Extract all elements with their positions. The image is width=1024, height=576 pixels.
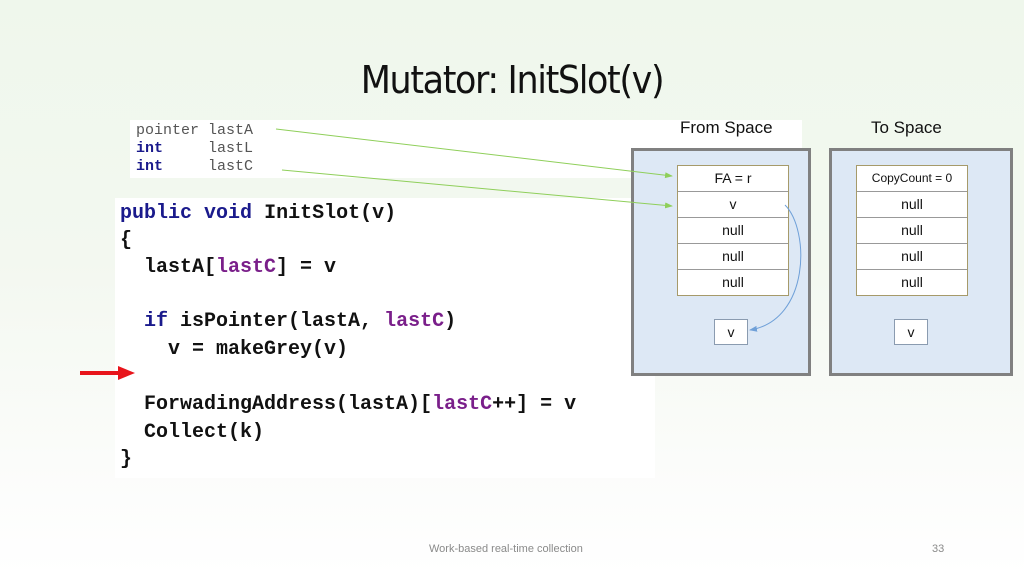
code-text: isPointer(lastA,	[168, 310, 385, 333]
from-space-v-object: v	[714, 319, 748, 345]
memory-cell: v	[678, 191, 788, 217]
code-text: )	[444, 310, 457, 333]
from-space-object: FA = r v null null null	[677, 165, 789, 296]
var-type: int	[136, 140, 164, 157]
code-line-6: v = makeGrey(v)	[120, 338, 349, 361]
from-space-label: From Space	[680, 118, 773, 137]
var-lastA: pointer lastA	[136, 122, 253, 140]
memory-cell: null	[857, 243, 967, 269]
var-type: int	[136, 158, 164, 175]
to-space-panel: CopyCount = 0 null null null null v	[829, 148, 1013, 376]
to-space-v-object: v	[894, 319, 928, 345]
code-line-5: if isPointer(lastA, lastC)	[120, 309, 456, 335]
memory-cell: null	[678, 243, 788, 269]
var-name: lastA	[208, 122, 254, 139]
code-text: ForwadingAddress(lastA)[	[120, 393, 433, 416]
to-space-object: CopyCount = 0 null null null null	[856, 165, 968, 296]
keyword: if	[120, 310, 169, 333]
code-variable: lastC	[216, 256, 277, 279]
var-name: lastC	[208, 158, 254, 175]
memory-cell: null	[857, 217, 967, 243]
code-text: ] = v	[276, 256, 337, 279]
var-lastC: int lastC	[136, 158, 253, 176]
var-type: pointer	[136, 122, 200, 139]
code-text: InitSlot(v)	[264, 202, 397, 225]
keyword: public	[120, 202, 193, 225]
code-text: lastA[	[120, 256, 217, 279]
code-variable: lastC	[432, 393, 493, 416]
code-line-1: public void InitSlot(v)	[120, 201, 396, 227]
memory-cell: null	[678, 269, 788, 295]
code-line-10: }	[120, 448, 133, 471]
memory-cell: FA = r	[714, 170, 752, 186]
memory-cell: null	[857, 191, 967, 217]
code-line-3: lastA[lastC] = v	[120, 255, 336, 281]
current-line-arrow-icon	[80, 366, 135, 380]
memory-cell: CopyCount = 0	[871, 171, 953, 185]
code-line-9: Collect(k)	[120, 421, 265, 444]
slide-title: Mutator: InitSlot(v)	[360, 58, 665, 102]
var-lastL: int lastL	[136, 140, 253, 158]
keyword: void	[204, 202, 253, 225]
code-text: ++] = v	[492, 393, 577, 416]
memory-cell: null	[678, 217, 788, 243]
memory-cell: null	[857, 269, 967, 295]
code-line-8: ForwadingAddress(lastA)[lastC++] = v	[120, 392, 576, 418]
code-line-2: {	[120, 229, 133, 252]
from-space-panel: FA = r v null null null v	[631, 148, 811, 376]
var-name: lastL	[208, 140, 254, 157]
to-space-label: To Space	[871, 118, 942, 137]
code-block: public void InitSlot(v) { lastA[lastC] =…	[115, 198, 655, 478]
page-number: 33	[932, 543, 945, 555]
code-variable: lastC	[384, 310, 445, 333]
footer-text: Work-based real-time collection	[429, 543, 583, 555]
